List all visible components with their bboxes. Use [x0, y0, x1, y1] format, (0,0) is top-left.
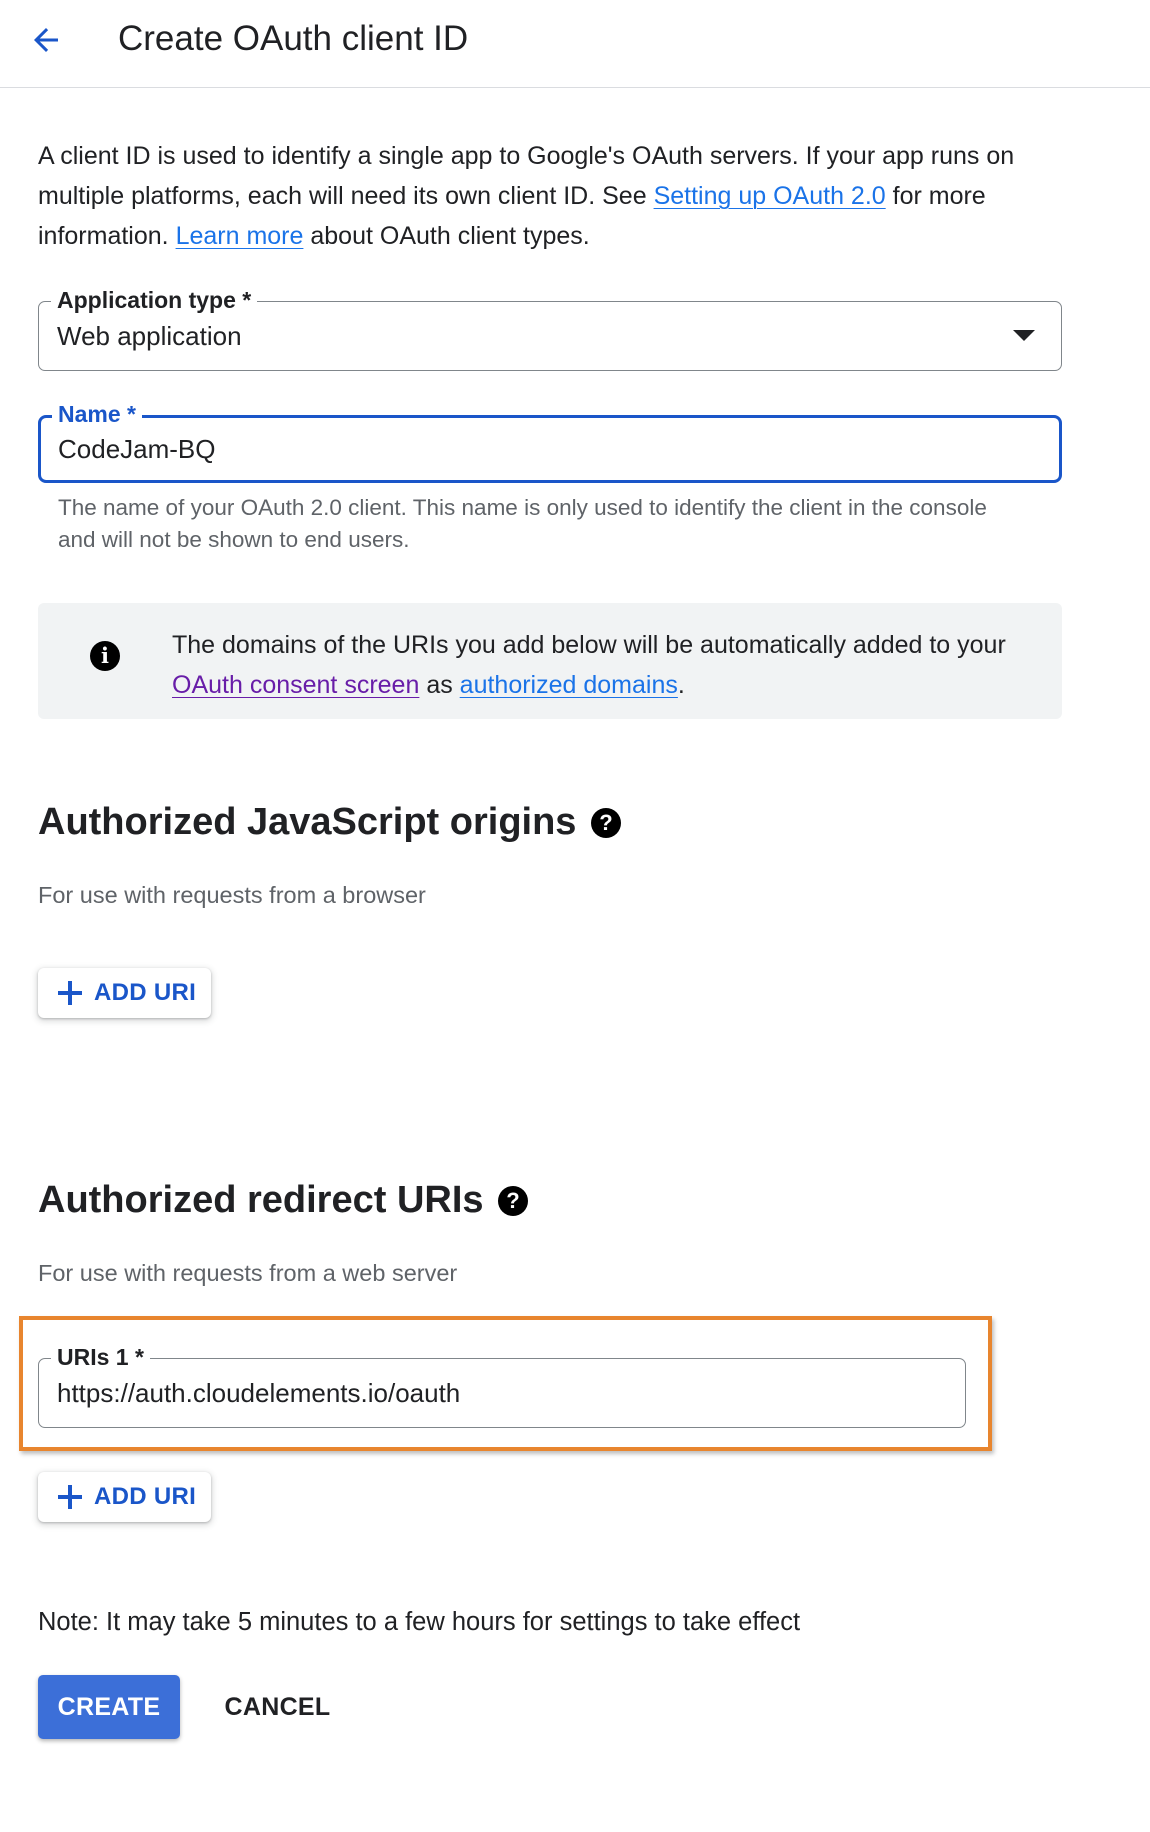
arrow-back-icon [34, 28, 58, 52]
oauth-consent-screen-link[interactable]: OAuth consent screen [172, 671, 419, 699]
info-text-2: as [419, 671, 460, 699]
name-label: Name * [52, 399, 142, 429]
plus-icon [58, 1485, 82, 1509]
add-redirect-uri-button[interactable]: ADD URI [38, 1472, 211, 1522]
plus-icon [58, 981, 82, 1005]
domains-info-box: i The domains of the URIs you add below … [38, 603, 1062, 719]
redirect-uri-input[interactable]: URIs 1 * https://auth.cloudelements.io/o… [38, 1342, 966, 1428]
add-uri-label: ADD URI [94, 1483, 197, 1510]
name-input[interactable]: Name * CodeJam-BQ [38, 399, 1062, 483]
redirect-uri-label: URIs 1 * [51, 1342, 150, 1372]
page-title: Create OAuth client ID [118, 19, 469, 58]
js-origins-subtitle: For use with requests from a browser [38, 882, 426, 908]
info-icon: i [90, 641, 120, 671]
application-type-value: Web application [57, 321, 242, 351]
help-icon[interactable]: ? [498, 1186, 528, 1216]
info-text: The domains of the URIs you add below wi… [172, 625, 1022, 705]
application-type-label: Application type * [51, 285, 258, 315]
help-icon[interactable]: ? [591, 808, 621, 838]
intro-description: A client ID is used to identify a single… [38, 136, 1078, 256]
name-helper-text: The name of your OAuth 2.0 client. This … [58, 495, 987, 552]
settings-note: Note: It may take 5 minutes to a few hou… [38, 1608, 801, 1636]
learn-more-link[interactable]: Learn more [176, 222, 304, 250]
application-type-select[interactable]: Application type * Web application [38, 285, 1062, 371]
cancel-button[interactable]: CANCEL [210, 1675, 345, 1739]
page-header: Create OAuth client ID [0, 0, 1150, 88]
add-uri-label: ADD URI [94, 979, 197, 1006]
redirect-uris-title: Authorized redirect URIs [38, 1179, 484, 1221]
create-button[interactable]: CREATE [38, 1675, 180, 1739]
setting-up-oauth-link[interactable]: Setting up OAuth 2.0 [654, 182, 886, 210]
redirect-uris-subtitle: For use with requests from a web server [38, 1260, 458, 1286]
info-text-1: The domains of the URIs you add below wi… [172, 631, 1006, 659]
dropdown-arrow-icon [1013, 330, 1035, 341]
name-value: CodeJam-BQ [58, 434, 216, 464]
authorized-domains-link[interactable]: authorized domains [460, 671, 678, 699]
info-text-3: . [677, 671, 685, 699]
redirect-uri-value: https://auth.cloudelements.io/oauth [57, 1378, 461, 1408]
back-button[interactable] [22, 16, 70, 64]
js-origins-title: Authorized JavaScript origins [38, 801, 577, 843]
add-js-origin-uri-button[interactable]: ADD URI [38, 968, 211, 1018]
intro-text-3: about OAuth client types. [303, 222, 590, 250]
